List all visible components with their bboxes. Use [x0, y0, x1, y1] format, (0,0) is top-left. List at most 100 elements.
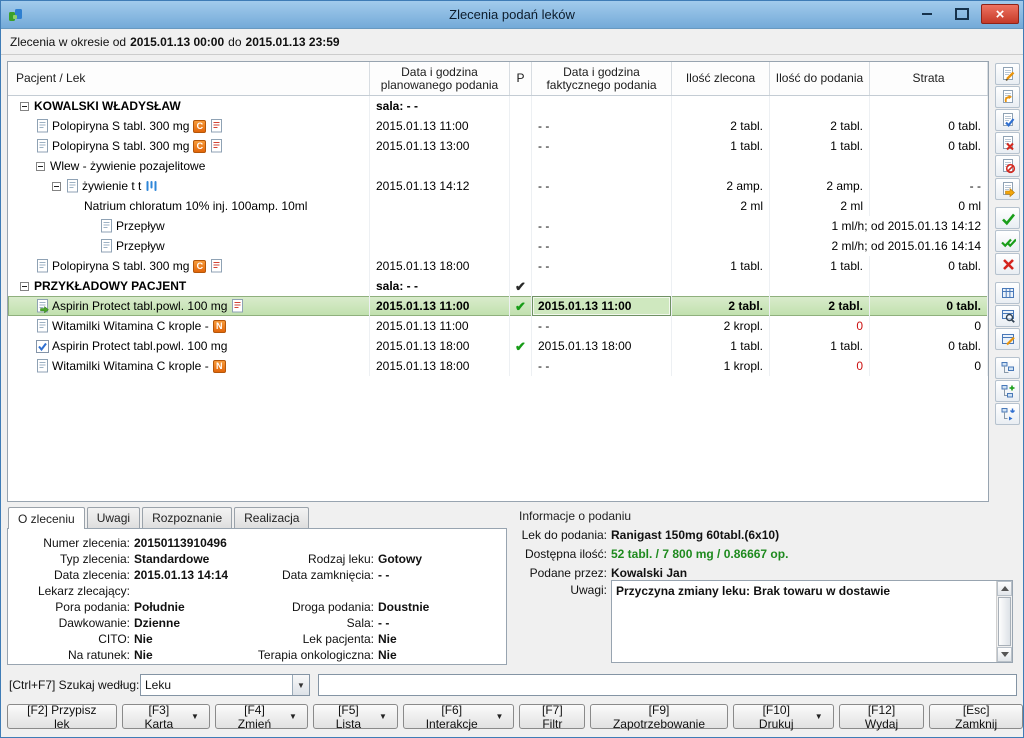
maximize-button[interactable] [946, 4, 978, 24]
confirmed-cell [510, 256, 532, 276]
row-label: Natrium chloratum 10% inj. 100amp. 10ml [84, 199, 307, 213]
search-input[interactable] [318, 674, 1017, 696]
planned-date-cell [370, 196, 510, 216]
confirmed-cell: ✔ [510, 336, 532, 356]
esc-zamknij-button[interactable]: [Esc] Zamknij [929, 704, 1023, 729]
patient-lek-cell: Wlew - żywienie pozajelitowe [8, 156, 370, 176]
titlebar[interactable]: Zlecenia podań leków × [1, 1, 1023, 29]
patient-lek-cell: Witamilki Witamina C krople -N [8, 316, 370, 336]
column-header-pacjent-lek[interactable]: Pacjent / Lek [8, 62, 370, 95]
dropdown-arrow-icon: ▼ [379, 712, 387, 721]
f10-drukuj-button[interactable]: [F10] Drukuj▼ [733, 704, 834, 729]
patient-lek-cell: Natrium chloratum 10% inj. 100amp. 10ml [8, 196, 370, 216]
confirm-all-icon[interactable] [995, 230, 1020, 252]
doc-export-icon[interactable] [995, 178, 1020, 200]
row-label: Przepływ [116, 219, 165, 233]
minimize-button[interactable] [911, 4, 943, 24]
scroll-down-icon[interactable] [997, 647, 1012, 662]
notes-box[interactable]: Przyczyna zmiany leku: Brak towaru w dos… [611, 580, 1013, 663]
actual-date-cell: - - [532, 216, 672, 236]
table-row-2[interactable]: Polopiryna S tabl. 300 mgC2015.01.13 13:… [8, 136, 988, 156]
f2-przypisz-lek-button[interactable]: [F2] Przypisz lek [7, 704, 117, 729]
table-row-12[interactable]: Aspirin Protect tabl.powl. 100 mg 2015.01… [8, 336, 988, 356]
planned-date-cell: 2015.01.13 18:00 [370, 256, 510, 276]
close-button[interactable]: × [981, 4, 1019, 24]
tree-add-icon[interactable] [995, 380, 1020, 402]
table-row-9[interactable]: PRZYKŁADOWY PACJENTsala: - -✔ [8, 276, 988, 296]
actual-date-cell [532, 276, 672, 296]
column-header-planowane-podanie[interactable]: Data i godzina planowanego podania [370, 62, 510, 95]
table-row-5[interactable]: Natrium chloratum 10% inj. 100amp. 10ml 2… [8, 196, 988, 216]
grid-search-icon[interactable] [995, 305, 1020, 327]
table-row-6[interactable]: Przepływ- -1 ml/h; od 2015.01.13 14:12 [8, 216, 988, 236]
order-field-label: Data zlecenia: [12, 567, 134, 583]
to-give-qty-cell [770, 156, 870, 176]
tab-uwagi[interactable]: Uwagi [87, 507, 140, 528]
tree-expander-icon[interactable] [52, 182, 61, 191]
column-header-ilosc-zlecona[interactable]: Ilość zlecona [672, 62, 770, 95]
column-header-ilosc-do-podania[interactable]: Ilość do podania [770, 62, 870, 95]
f9-zapotrzebowanie-button[interactable]: [F9] Zapotrzebowanie [590, 704, 728, 729]
tree-expander-icon[interactable] [36, 162, 45, 171]
row-label: Polopiryna S tabl. 300 mg [52, 259, 189, 273]
cancel-icon[interactable] [995, 253, 1020, 275]
doc-edit-icon[interactable] [995, 63, 1020, 85]
tab-o-zleceniu[interactable]: O zleceniu [8, 507, 85, 529]
table-row-4[interactable]: żywienie t t2015.01.13 14:12- -2 amp.2 a… [8, 176, 988, 196]
f4-zmien-button[interactable]: [F4] Zmień▼ [215, 704, 308, 729]
confirm-icon[interactable] [995, 207, 1020, 229]
table-row-8[interactable]: Polopiryna S tabl. 300 mgC2015.01.13 18:… [8, 256, 988, 276]
to-give-qty-cell: 1 tabl. [770, 336, 870, 356]
column-header-p[interactable]: P [510, 62, 532, 95]
table-row-13[interactable]: Witamilki Witamina C krople -N2015.01.13… [8, 356, 988, 376]
tab-realizacja[interactable]: Realizacja [234, 507, 309, 528]
doc-block-icon[interactable] [995, 155, 1020, 177]
scroll-thumb[interactable] [998, 597, 1011, 646]
notes-scrollbar[interactable] [996, 581, 1012, 662]
grid-icon[interactable] [995, 282, 1020, 304]
patient-lek-cell: Witamilki Witamina C krople -N [8, 356, 370, 376]
to-give-qty-cell: 2 tabl. [770, 296, 870, 316]
combo-dropdown-icon[interactable]: ▼ [292, 675, 309, 695]
doc-delete-icon[interactable] [995, 132, 1020, 154]
f5-lista-button[interactable]: [F5] Lista▼ [313, 704, 398, 729]
column-header-strata[interactable]: Strata [870, 62, 988, 95]
maximize-icon [955, 8, 969, 20]
close-icon: × [996, 6, 1005, 23]
doc-check-icon[interactable] [995, 109, 1020, 131]
table-row-1[interactable]: Polopiryna S tabl. 300 mgC2015.01.13 11:… [8, 116, 988, 136]
column-header-faktyczne-podanie[interactable]: Data i godzina faktycznego podania [532, 62, 672, 95]
table-row-10[interactable]: Aspirin Protect tabl.powl. 100 mg2015.01… [8, 296, 988, 316]
tree-expander-icon[interactable] [20, 102, 29, 111]
to-give-qty-cell: 2 amp. [770, 176, 870, 196]
cito-badge-icon: C [193, 120, 206, 133]
planned-date-cell: 2015.01.13 18:00 [370, 336, 510, 356]
tree-icon[interactable] [995, 357, 1020, 379]
check-icon: ✔ [515, 300, 526, 313]
tree-expander-icon[interactable] [20, 282, 29, 291]
ordered-qty-cell: 2 ml [672, 196, 770, 216]
to-give-qty-cell: 2 tabl. [770, 116, 870, 136]
f3-karta-button[interactable]: [F3] Karta▼ [122, 704, 210, 729]
loss-qty-cell: 0 [870, 316, 988, 336]
table-row-11[interactable]: Witamilki Witamina C krople -N2015.01.13… [8, 316, 988, 336]
f12-wydaj-button[interactable]: [F12] Wydaj [839, 704, 925, 729]
info-field-value: Ranigast 150mg 60tabl.(6x10) [611, 528, 779, 542]
table-row-7[interactable]: Przepływ- -2 ml/h; od 2015.01.16 14:14 [8, 236, 988, 256]
planned-date-cell [370, 216, 510, 236]
grid-edit-icon[interactable] [995, 328, 1020, 350]
search-by-combo[interactable]: Leku ▼ [140, 674, 310, 696]
tree-arrows-icon[interactable] [995, 403, 1020, 425]
tab-rozpoznanie[interactable]: Rozpoznanie [142, 507, 232, 528]
order-field-value: Nie [378, 647, 502, 663]
row-label: Aspirin Protect tabl.powl. 100 mg [52, 339, 227, 353]
doc-undo-icon[interactable] [995, 86, 1020, 108]
table-row-3[interactable]: Wlew - żywienie pozajelitowe [8, 156, 988, 176]
button-label: [F7] Filtr [530, 703, 574, 731]
f6-interakcje-button[interactable]: [F6] Interakcje▼ [403, 704, 515, 729]
scroll-up-icon[interactable] [997, 581, 1012, 596]
f7-filtr-button[interactable]: [F7] Filtr [519, 704, 585, 729]
order-field-label: Numer zlecenia: [12, 535, 134, 551]
confirmed-cell [510, 236, 532, 256]
table-row-0[interactable]: KOWALSKI WŁADYSŁAWsala: - - [8, 96, 988, 116]
